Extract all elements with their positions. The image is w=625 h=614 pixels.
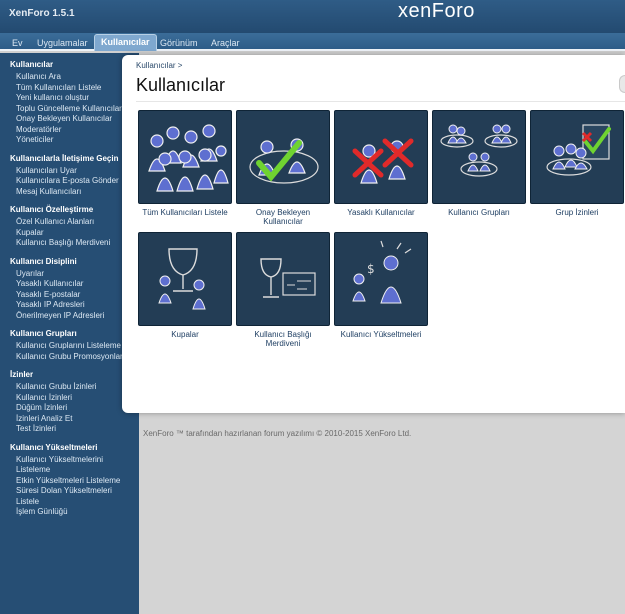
- sidebar-item-banned-ips[interactable]: Yasaklı IP Adresleri: [10, 300, 133, 311]
- xenforo-logo[interactable]: xenForo: [398, 0, 475, 23]
- main-tabs: Ev Uygulamalar Kullanıcılar Görünüm Araç…: [0, 33, 625, 51]
- title-ladder-icon: [236, 232, 330, 326]
- logo-part1: xen: [398, 0, 432, 22]
- sidebar-section-users: Kullanıcılar Kullanıcı Ara Tüm Kullanıcı…: [0, 53, 139, 146]
- sidebar-item-administrators[interactable]: Yöneticiler: [10, 135, 133, 146]
- tile-label: Kullanıcı Başlığı Merdiveni: [254, 330, 312, 348]
- sidebar-item-active-upgrades[interactable]: Etkin Yükseltmeleri Listeleme: [10, 476, 133, 487]
- breadcrumb[interactable]: Kullanıcılar >: [136, 61, 182, 70]
- sidebar-item-transaction-log[interactable]: İşlem Günlüğü: [10, 507, 133, 518]
- sidebar-item-message-users[interactable]: Mesaj Kullanıcıları: [10, 187, 133, 198]
- sidebar-item-group-permissions[interactable]: Kullanıcı Grubu İzinleri: [10, 382, 133, 393]
- sidebar-item-banned-emails[interactable]: Yasaklı E-postalar: [10, 290, 133, 301]
- tile-label: Tüm Kullanıcıları Listele: [142, 208, 228, 217]
- sidebar-item-trophies[interactable]: Kupalar: [10, 228, 133, 239]
- sidebar: Kullanıcılar Kullanıcı Ara Tüm Kullanıcı…: [0, 53, 139, 614]
- svg-text:$: $: [367, 262, 375, 276]
- tile-group-permissions[interactable]: Grup İzinleri: [530, 110, 624, 217]
- sidebar-item-expired-upgrades[interactable]: Süresi Dolan Yükseltmeleri Listele: [10, 486, 133, 507]
- sidebar-item-analyze-permissions[interactable]: İzinleri Analiz Et: [10, 414, 133, 425]
- user-groups-icon: [432, 110, 526, 204]
- sidebar-item-awaiting-approval[interactable]: Onay Bekleyen Kullanıcılar: [10, 114, 133, 125]
- sidebar-item-search-user[interactable]: Kullanıcı Ara: [10, 72, 133, 83]
- sidebar-heading: Kullanıcı Grupları: [10, 329, 77, 338]
- tile-list-all-users[interactable]: Tüm Kullanıcıları Listele: [138, 110, 232, 217]
- title-divider: [136, 101, 625, 102]
- sidebar-item-custom-fields[interactable]: Özel Kullanıcı Alanları: [10, 217, 133, 228]
- tile-label: Yasaklı Kullanıcılar: [347, 208, 415, 217]
- tile-label: Kupalar: [171, 330, 199, 339]
- sidebar-heading: Kullanıcı Özelleştirme: [10, 205, 94, 214]
- sidebar-item-banned-users[interactable]: Yasaklı Kullanıcılar: [10, 279, 133, 290]
- sidebar-heading: İzinler: [10, 370, 34, 379]
- sidebar-item-list-upgrades[interactable]: Kullanıcı Yükseltmelerini Listeleme: [10, 455, 133, 476]
- sidebar-heading: Kullanıcı Disiplini: [10, 256, 77, 266]
- sidebar-item-title-ladder[interactable]: Kullanıcı Başlığı Merdiveni: [10, 238, 133, 249]
- tile-label: Kullanıcı Grupları: [448, 208, 510, 217]
- sidebar-section-discipline: Kullanıcı Disiplini Uyarılar Yasaklı Kul…: [0, 249, 139, 322]
- app-version-title: XenForo 1.5.1: [9, 8, 75, 19]
- sidebar-heading: Kullanıcılar: [10, 60, 54, 69]
- panel-toggle-button[interactable]: [619, 75, 625, 93]
- sidebar-item-moderators[interactable]: Moderatörler: [10, 125, 133, 136]
- page-title: Kullanıcılar: [136, 75, 226, 95]
- tile-awaiting-approval[interactable]: Onay Bekleyen Kullanıcılar: [236, 110, 330, 226]
- tab-appearance[interactable]: Görünüm: [154, 36, 204, 51]
- sidebar-item-list-all-users[interactable]: Tüm Kullanıcıları Listele: [10, 83, 133, 94]
- sidebar-item-user-permissions[interactable]: Kullanıcı İzinleri: [10, 393, 133, 404]
- sidebar-item-list-user-groups[interactable]: Kullanıcı Gruplarını Listeleme: [10, 341, 133, 352]
- trophy-icon: [138, 232, 232, 326]
- tile-user-groups[interactable]: Kullanıcı Grupları: [432, 110, 526, 217]
- sidebar-item-test-permissions[interactable]: Test İzinleri: [10, 424, 133, 435]
- tile-label: Kullanıcı Yükseltmeleri: [340, 330, 422, 339]
- sidebar-heading: Kullanıcı Yükseltmeleri: [10, 442, 98, 452]
- sidebar-item-node-permissions[interactable]: Düğüm İzinleri: [10, 403, 133, 414]
- tile-user-upgrades[interactable]: $ Kullanıcı Yükseltmeleri: [334, 232, 428, 339]
- tab-applications[interactable]: Uygulamalar: [31, 36, 94, 51]
- tile-banned-users[interactable]: Yasaklı Kullanıcılar: [334, 110, 428, 217]
- sidebar-section-customization: Kullanıcı Özelleştirme Özel Kullanıcı Al…: [0, 197, 139, 249]
- users-approve-icon: [236, 110, 330, 204]
- sidebar-item-group-promotions[interactable]: Kullanıcı Grubu Promosyonları: [10, 352, 133, 363]
- sidebar-section-upgrades: Kullanıcı Yükseltmeleri Kullanıcı Yüksel…: [0, 435, 139, 518]
- sidebar-item-warn-users[interactable]: Kullanıcıları Uyar: [10, 166, 133, 177]
- sidebar-section-permissions: İzinler Kullanıcı Grubu İzinleri Kullanı…: [0, 362, 139, 435]
- footer-copyright: XenForo ™ tarafından hazırlanan forum ya…: [143, 429, 412, 438]
- sidebar-item-warnings[interactable]: Uyarılar: [10, 269, 133, 280]
- tile-label: Onay Bekleyen Kullanıcılar: [255, 208, 311, 226]
- sidebar-section-groups: Kullanıcı Grupları Kullanıcı Gruplarını …: [0, 321, 139, 362]
- top-header: XenForo 1.5.1 xenForo: [0, 0, 625, 33]
- tab-tools[interactable]: Araçlar: [205, 36, 246, 51]
- content-panel: Kullanıcılar > Kullanıcılar Tüm Kullanıc…: [122, 55, 625, 413]
- sidebar-item-email-users[interactable]: Kullanıcılara E-posta Gönder: [10, 176, 133, 187]
- logo-part2: Foro: [431, 0, 475, 22]
- sidebar-item-batch-update[interactable]: Toplu Güncelleme Kullanıcıları: [10, 104, 133, 115]
- sidebar-section-contact: Kullanıcılarla İletişime Geçin Kullanıcı…: [0, 146, 139, 198]
- sidebar-item-discouraged-ips[interactable]: Önerilmeyen IP Adresleri: [10, 311, 133, 322]
- tile-title-ladder[interactable]: Kullanıcı Başlığı Merdiveni: [236, 232, 330, 348]
- tab-users[interactable]: Kullanıcılar: [94, 34, 157, 51]
- tile-trophies[interactable]: Kupalar: [138, 232, 232, 339]
- sidebar-heading: Kullanıcılarla İletişime Geçin: [10, 153, 119, 163]
- users-crowd-icon: [138, 110, 232, 204]
- users-banned-icon: [334, 110, 428, 204]
- group-permissions-icon: [530, 110, 624, 204]
- tab-home[interactable]: Ev: [6, 36, 29, 51]
- user-upgrades-icon: $: [334, 232, 428, 326]
- sidebar-item-create-user[interactable]: Yeni kullanıcı oluştur: [10, 93, 133, 104]
- tile-label: Grup İzinleri: [555, 208, 599, 217]
